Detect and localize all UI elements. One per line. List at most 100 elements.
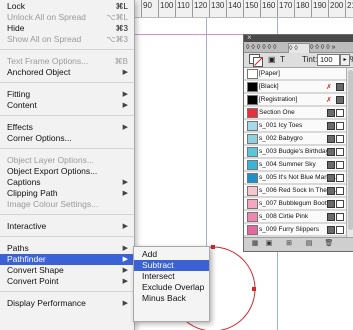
swatch-color-chip [247,69,258,79]
swatch-row[interactable]: Section One [244,107,346,119]
menu-item-image-colour-settings[interactable]: Image Colour Settings... [0,199,134,210]
show-color-swatches-icon[interactable]: ▣ [264,240,274,248]
menu-item-show-all-on-spread[interactable]: Show All on Spread ⌥⌘3 [0,34,134,45]
menu-item-label: Fitting [7,89,31,99]
menu-item-shortcut: ⌘B [114,57,128,66]
submenu-item-label: Exclude Overlap [142,282,205,292]
menu-item-text-frame-options[interactable]: Text Frame Options... ⌘B [0,56,134,67]
swatch-name: Section One [259,109,295,116]
menu-item-interactive[interactable]: Interactive ▶ [0,221,134,232]
pathfinder-item-minus-back[interactable]: Minus Back [134,293,209,304]
submenu-arrow-icon: ▶ [122,102,128,109]
menu-item-label: Paths [7,243,29,253]
swatch-row[interactable]: s_008 Cirtie Pink [244,211,346,223]
swatch-row[interactable]: s_007 Bubblegum Booty [244,198,346,210]
menu-item-object-export-options[interactable]: Object Export Options... [0,166,134,177]
swatch-color-chip [247,186,258,196]
panel-tab-swatches[interactable]: ◊ ◊ [288,43,310,53]
menu-item-label: Convert Point [7,276,59,286]
menu-item-label: Text Frame Options... [7,56,89,66]
process-color-icon [327,122,335,130]
swatches-panel: × ◊ ◊ ◊ ◊ ◊ ◊ ◊ ◊ ◊ ◊ ◊ ◊ » ▣ T Tint: 10… [243,33,353,252]
swatch-name: s_007 Bubblegum Booty [259,200,330,207]
menu-separator [0,148,134,149]
submenu-arrow-icon: ▶ [122,179,128,186]
menu-item-convert-shape[interactable]: Convert Shape ▶ [0,265,134,276]
swatch-name: [Black] [259,83,279,90]
new-swatch-icon[interactable]: ▤ [304,240,314,248]
submenu-arrow-icon: ▶ [122,300,128,307]
swatches-toolbar: ▣ T Tint: 100 ▸ % [244,53,353,68]
menu-item-hide[interactable]: Hide ⌘3 [0,23,134,34]
swatch-name: s_008 Cirtie Pink [259,213,309,220]
scrollbar-thumb[interactable] [348,70,353,230]
submenu-arrow-icon: ▶ [122,278,128,285]
menu-item-pathfinder[interactable]: Pathfinder ▶ [0,254,134,265]
cmyk-mode-icon [336,187,344,195]
panel-title-bar[interactable]: × [244,33,353,42]
new-color-group-icon[interactable]: ⊞ [284,240,294,248]
swatch-color-chip [247,212,258,222]
fill-stroke-icon[interactable] [249,54,263,67]
tint-dropdown-button[interactable]: ▸ [340,54,350,66]
menu-item-shortcut: ⌘L [115,2,128,11]
process-color-icon [336,96,344,104]
menu-item-captions[interactable]: Captions ▶ [0,177,134,188]
menu-item-label: Captions [7,177,41,187]
submenu-arrow-icon: ▶ [122,91,128,98]
swatch-row[interactable]: s_003 Budgie's Birthday [244,146,346,158]
menu-item-object-layer-options[interactable]: Object Layer Options... [0,155,134,166]
menu-item-effects[interactable]: Effects ▶ [0,122,134,133]
menu-item-fitting[interactable]: Fitting ▶ [0,89,134,100]
swatch-color-chip [247,147,258,157]
swatch-row[interactable]: [Black] ✗ [244,81,346,93]
swatch-row[interactable]: [Paper] [244,68,346,80]
menu-item-label: Object Layer Options... [7,155,94,165]
swatch-color-chip [247,82,258,92]
swatch-name: s_003 Budgie's Birthday [259,148,329,155]
close-icon[interactable]: × [247,33,252,42]
swatch-list-scrollbar[interactable] [346,68,353,237]
tint-input[interactable]: 100 [317,54,340,66]
swatch-row[interactable]: s_001 Icy Toes [244,120,346,132]
text-format-icon[interactable]: T [280,55,285,64]
panel-tab-more[interactable]: ◊ ◊ ◊ ◊ » [310,43,350,52]
menu-item-unlock-all-on-spread[interactable]: Unlock All on Spread ⌥⌘L [0,12,134,23]
swatch-color-chip [247,121,258,131]
swatch-name: s_002 Babygro [259,135,303,142]
menu-item-clipping-path[interactable]: Clipping Path ▶ [0,188,134,199]
menu-item-label: Unlock All on Spread [7,12,86,22]
container-format-icon[interactable]: ▣ [268,55,276,64]
swatch-row[interactable]: s_002 Babygro [244,133,346,145]
menu-item-paths[interactable]: Paths ▶ [0,243,134,254]
pathfinder-item-intersect[interactable]: Intersect [134,271,209,282]
process-color-icon [327,200,335,208]
pathfinder-item-exclude-overlap[interactable]: Exclude Overlap [134,282,209,293]
pathfinder-item-add[interactable]: Add [134,249,209,260]
swatch-name: [Registration] [259,96,298,103]
menu-item-label: Content [7,100,37,110]
menu-item-lock[interactable]: Lock ⌘L [0,1,134,12]
menu-item-content[interactable]: Content ▶ [0,100,134,111]
swatch-row[interactable]: s_005 It's Not Blue Man, I... [244,172,346,184]
submenu-arrow-icon: ▶ [122,124,128,131]
swatch-row[interactable]: [Registration] ✗ [244,94,346,106]
swatch-row[interactable]: s_009 Furry Slippers [244,224,346,236]
cmyk-mode-icon [336,135,344,143]
pathfinder-item-subtract[interactable]: Subtract [134,260,209,271]
submenu-arrow-icon: ▶ [122,190,128,197]
submenu-arrow-icon: ▶ [122,245,128,252]
menu-item-convert-point[interactable]: Convert Point ▶ [0,276,134,287]
non-editable-icon: ✗ [326,97,332,104]
menu-item-anchored-object[interactable]: Anchored Object ▶ [0,67,134,78]
swatch-color-chip [247,95,258,105]
delete-swatch-icon[interactable]: 🗑 [324,240,334,248]
swatch-row[interactable]: s_004 Summer Sky [244,159,346,171]
swatch-name: s_009 Furry Slippers [259,226,319,233]
panel-tab-icons[interactable]: ◊ ◊ ◊ ◊ ◊ ◊ [246,43,288,52]
menu-item-corner-options[interactable]: Corner Options... [0,133,134,144]
process-color-icon [327,187,335,195]
show-all-swatches-icon[interactable]: ▦ [250,240,260,248]
menu-item-display-performance[interactable]: Display Performance ▶ [0,298,134,309]
swatch-row[interactable]: s_006 Red Sock In The W... [244,185,346,197]
